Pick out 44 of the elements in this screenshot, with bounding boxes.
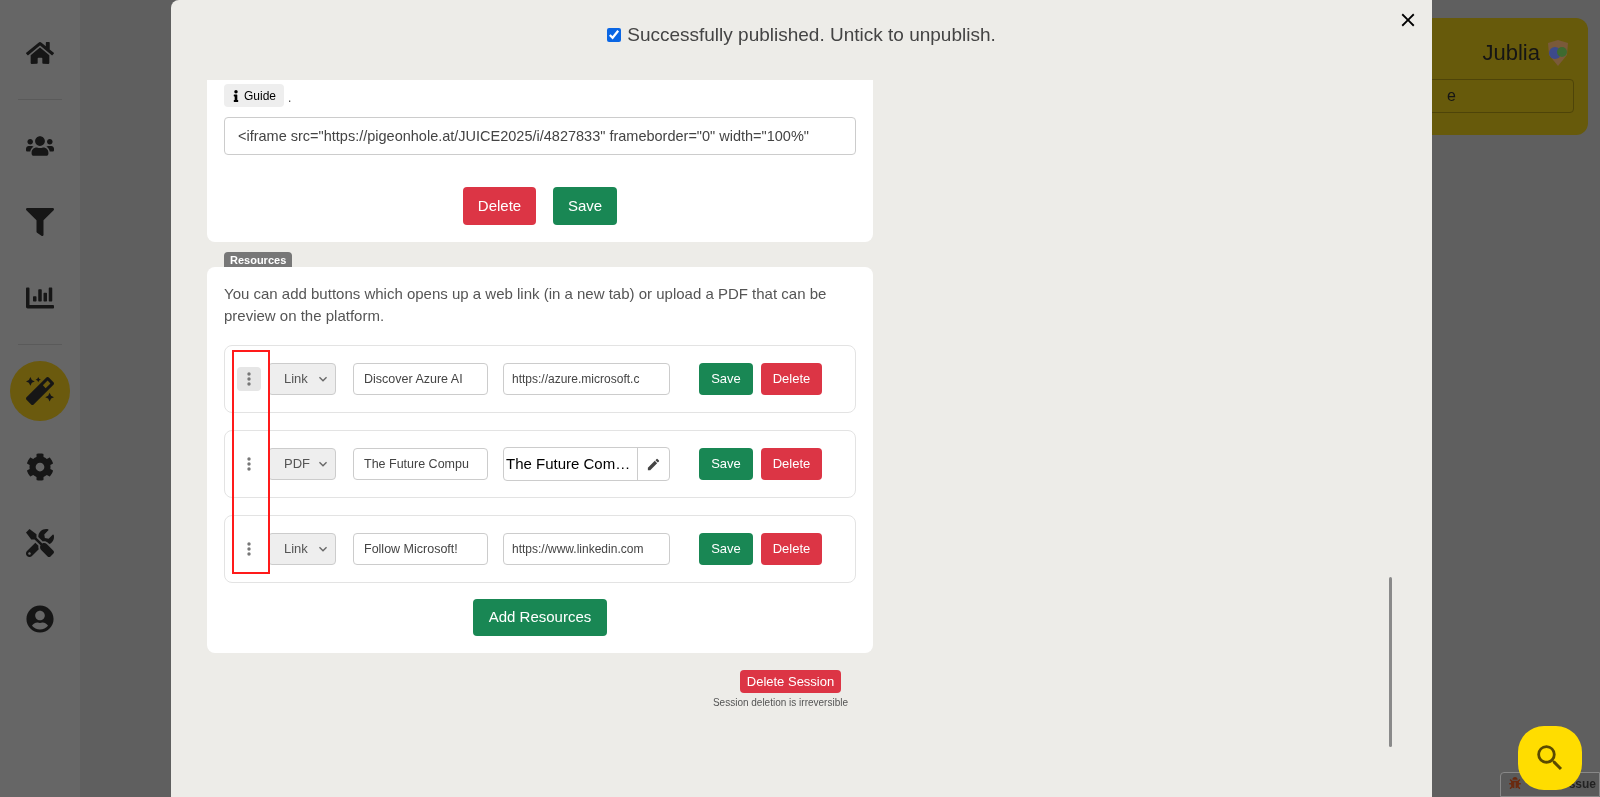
bug-icon <box>1509 777 1521 789</box>
title-field[interactable]: Follow Microsoft! <box>353 533 488 565</box>
delete-button[interactable]: Delete <box>761 533 822 565</box>
save-button[interactable]: Save <box>553 187 617 225</box>
shield-logo-icon <box>1546 39 1570 66</box>
add-resources-button[interactable]: Add Resources <box>473 599 607 636</box>
drag-handle[interactable] <box>237 367 261 391</box>
file-field[interactable]: The Future Com… <box>503 447 670 481</box>
delete-session-note: Session deletion is irreversible <box>712 696 848 710</box>
delete-button[interactable]: Delete <box>761 448 822 480</box>
delete-button[interactable]: Delete <box>463 187 536 225</box>
type-select[interactable]: Link <box>268 533 336 565</box>
guide-button[interactable]: Guide <box>224 84 285 107</box>
type-select[interactable]: Link <box>268 363 336 395</box>
type-select[interactable]: PDF <box>268 448 336 480</box>
more-icon <box>247 372 251 386</box>
more-icon <box>247 542 251 556</box>
info-icon <box>232 89 240 102</box>
title-field[interactable]: The Future Compu <box>353 448 488 480</box>
publish-checkbox[interactable] <box>607 28 622 43</box>
logo-text: Jublia <box>1482 39 1540 67</box>
sidebar-item[interactable] <box>10 361 70 421</box>
resources-description: You can add buttons which opens up a web link (in a new tab) or upload a PDF that can be preview on the platform. <box>224 284 828 326</box>
publish-label: Successfully published. Untick to unpublish. <box>627 23 996 47</box>
more-icon <box>247 457 251 471</box>
delete-session-button[interactable]: Delete Session <box>740 670 841 693</box>
account-icon <box>26 605 54 633</box>
embed-code-field[interactable]: <iframe src="https://pigeonhole.at/JUICE2025/i/4827833" frameborder="0" width="100%" <box>224 117 856 155</box>
guide-period: . <box>288 90 292 107</box>
magic-wand-icon <box>26 377 54 405</box>
url-field[interactable]: https://azure.microsoft.c <box>503 363 670 395</box>
url-field[interactable]: https://www.linkedin.com <box>503 533 670 565</box>
file-name: The Future Com… <box>505 453 632 474</box>
save-button[interactable]: Save <box>699 448 753 480</box>
filter-icon <box>26 208 54 236</box>
delete-button[interactable]: Delete <box>761 363 822 395</box>
title-field[interactable]: Discover Azure AI <box>353 363 488 395</box>
settings-icon <box>26 453 54 481</box>
pencil-icon <box>646 456 661 472</box>
tools-icon <box>26 529 54 557</box>
home-icon <box>26 39 54 67</box>
resources-badge: Resources <box>224 252 293 267</box>
save-button[interactable]: Save <box>699 533 753 565</box>
save-button[interactable]: Save <box>699 363 753 395</box>
